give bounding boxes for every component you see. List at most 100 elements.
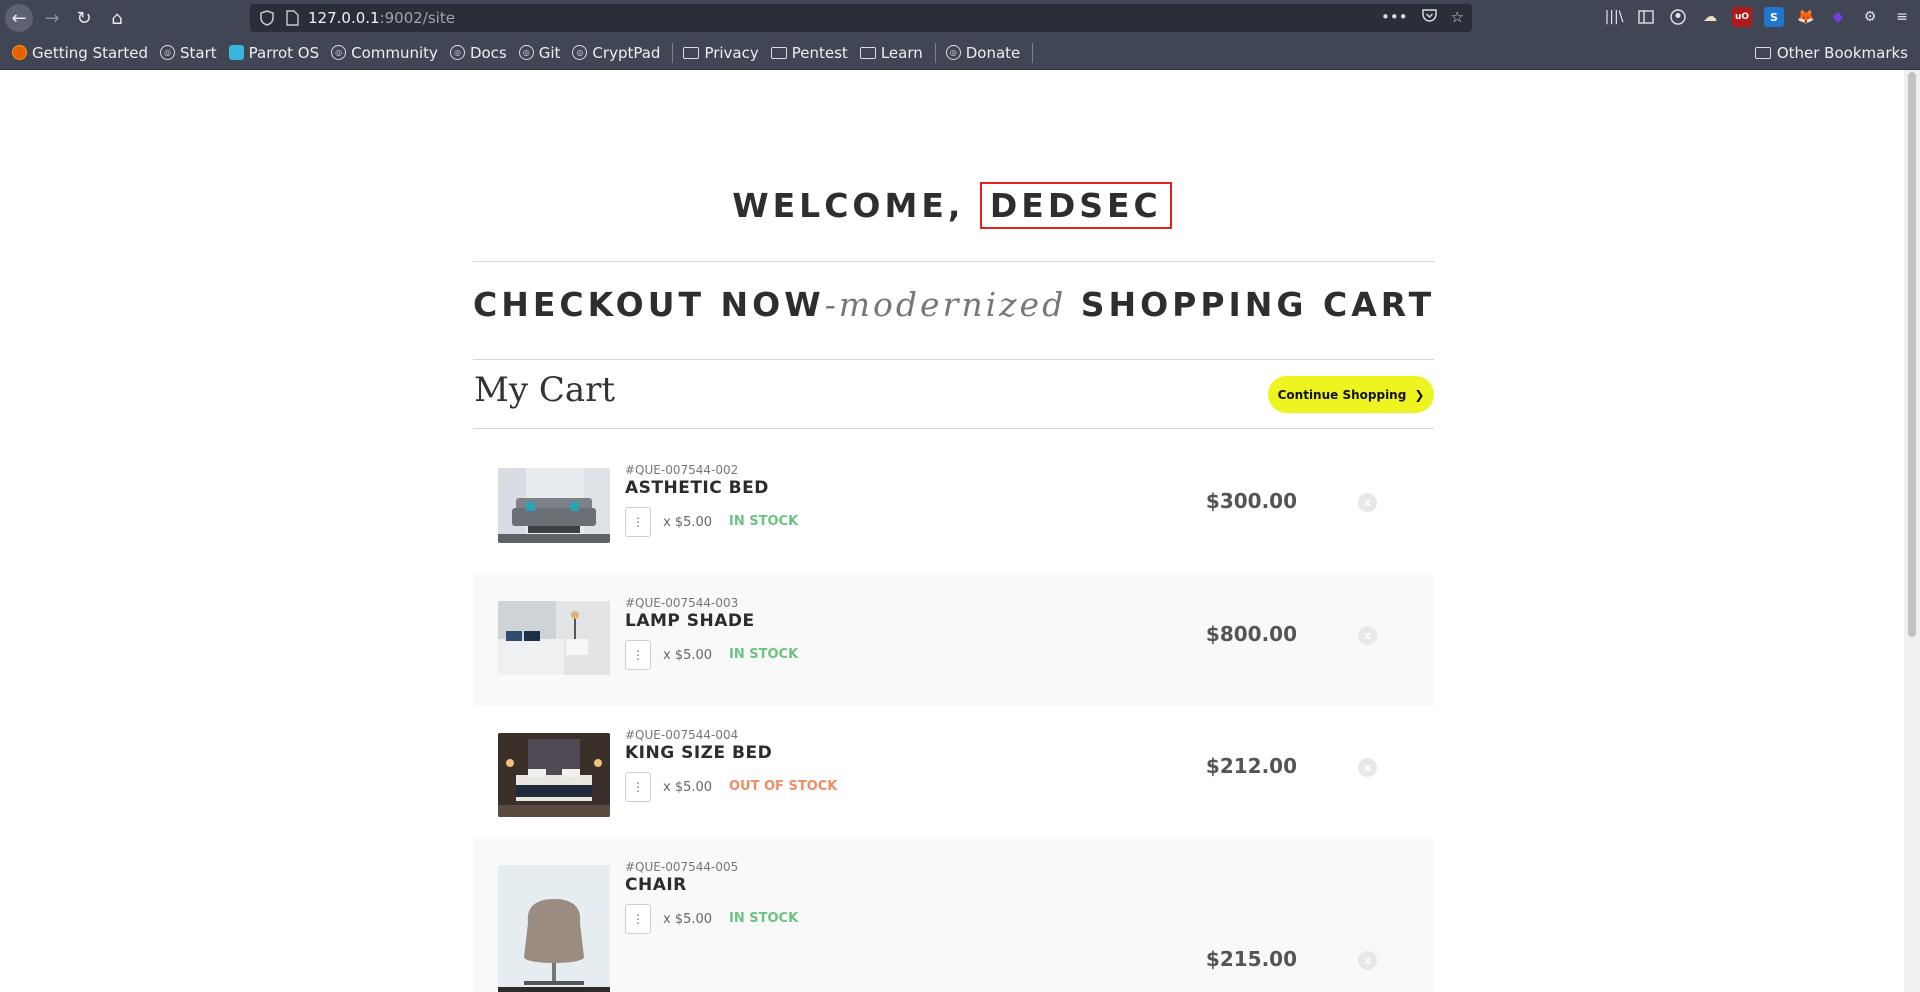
toolbar-right: |||\ ☁ uO S 🦊 ◆ ⚙ ≡: [1604, 7, 1912, 27]
cart-item-row: #QUE-007544-005 CHAIR ⋮ x $5.00 IN STOCK…: [473, 839, 1434, 992]
account-icon[interactable]: [1668, 7, 1688, 27]
globe-icon: ◎: [159, 45, 175, 60]
bookmark-start[interactable]: ◎ Start: [159, 44, 217, 62]
url-text[interactable]: 127.0.0.1:9002/site: [308, 9, 455, 27]
subhead-right: SHOPPING CART: [1080, 285, 1436, 324]
subhead-left: CHECKOUT NOW: [473, 285, 825, 324]
quantity-stepper[interactable]: ⋮: [625, 772, 651, 802]
bookmark-community[interactable]: ◎ Community: [331, 44, 438, 62]
reload-icon[interactable]: ↻: [70, 4, 98, 32]
other-bookmarks[interactable]: Other Bookmarks: [1754, 44, 1908, 62]
bookmark-label: Privacy: [704, 43, 759, 62]
bookmark-folder-pentest[interactable]: Pentest: [770, 44, 848, 62]
cube-extension-icon[interactable]: ◆: [1828, 7, 1848, 27]
welcome-prefix: WELCOME,: [732, 186, 965, 225]
s-extension-icon[interactable]: S: [1764, 7, 1784, 27]
page-icon: [286, 10, 302, 26]
product-name: ASTHETIC BED: [625, 478, 769, 498]
bookmark-label: Git: [538, 43, 561, 62]
browser-toolbar: ← → ↻ ⌂ 127.0.0.1:9002/site ••• ☆ |||\ ☁…: [0, 0, 1920, 36]
scrollbar-thumb[interactable]: [1908, 72, 1916, 637]
globe-icon: ◎: [518, 45, 534, 60]
folder-icon: [683, 46, 700, 59]
bookmark-donate[interactable]: ◎ Donate: [945, 43, 1021, 62]
ublock-icon[interactable]: uO: [1732, 7, 1752, 27]
bookmark-label: Getting Started: [32, 43, 148, 62]
bookmark-git[interactable]: ◎ Git: [518, 43, 561, 62]
bookmark-label: Learn: [880, 43, 923, 62]
url-actions: ••• ☆: [1381, 8, 1464, 26]
bookmarks-bar: Getting Started ◎ Start Parrot OS ◎ Commun…: [0, 36, 1920, 70]
firefox-icon: [12, 45, 27, 60]
username-highlight: DEDSEC: [979, 182, 1172, 229]
shield-icon[interactable]: [260, 10, 276, 26]
pocket-icon[interactable]: [1421, 8, 1437, 26]
subhead-mid: -modernized: [824, 285, 1067, 324]
quantity-stepper[interactable]: ⋮: [625, 640, 651, 670]
line-price: $212.00: [1205, 754, 1297, 778]
parrot-icon: [228, 45, 244, 60]
cart-item-row: #QUE-007544-004 KING SIZE BED ⋮ x $5.00 …: [473, 706, 1434, 839]
bookmark-separator: [672, 42, 674, 63]
bookmark-folder-privacy[interactable]: Privacy: [683, 43, 759, 62]
quantity-stepper[interactable]: ⋮: [625, 507, 651, 537]
fox-extension-icon[interactable]: 🦊: [1796, 7, 1816, 27]
bookmark-getting-started[interactable]: Getting Started: [12, 44, 148, 62]
product-name: CHAIR: [625, 875, 687, 895]
globe-icon: ◎: [331, 45, 347, 60]
url-bar[interactable]: 127.0.0.1:9002/site ••• ☆: [250, 4, 1472, 32]
cart-item-row: #QUE-007544-002 ASTHETIC BED ⋮ x $5.00 I…: [473, 430, 1434, 570]
product-image-chair[interactable]: [498, 865, 610, 992]
back-arrow-icon[interactable]: ←: [5, 4, 33, 32]
extension-cloud-icon[interactable]: ☁: [1700, 7, 1720, 27]
bookmark-label: Donate: [965, 43, 1021, 62]
unit-price: x $5.00: [663, 912, 713, 927]
bookmark-parrot-os[interactable]: Parrot OS: [228, 43, 320, 62]
cart-title: My Cart: [474, 370, 616, 410]
page-viewport: WELCOME, DEDSEC CHECKOUT NOW-modernized …: [0, 70, 1904, 992]
page-subheading: CHECKOUT NOW-modernized SHOPPING CART: [473, 285, 1434, 324]
star-icon[interactable]: ☆: [1451, 8, 1464, 26]
welcome-heading: WELCOME, DEDSEC: [0, 182, 1904, 229]
sidebar-icon[interactable]: [1636, 7, 1656, 27]
product-image-king-bed[interactable]: [498, 733, 610, 817]
line-price: $300.00: [1205, 489, 1297, 513]
bookmark-separator: [1032, 42, 1034, 63]
product-sku: #QUE-007544-005: [625, 860, 739, 874]
line-price: $215.00: [1205, 947, 1297, 971]
bookmark-folder-learn[interactable]: Learn: [859, 43, 923, 62]
page-scrollbar[interactable]: [1904, 70, 1920, 992]
unit-price: x $5.00: [663, 515, 713, 530]
product-image-sofa[interactable]: [498, 468, 610, 543]
bookmark-label: Parrot OS: [248, 43, 320, 62]
globe-icon: ◎: [572, 45, 588, 60]
stock-status: OUT OF STOCK: [729, 779, 838, 794]
divider: [473, 359, 1434, 360]
other-bookmarks-label: Other Bookmarks: [1776, 44, 1908, 62]
bookmark-docs[interactable]: ◎ Docs: [449, 44, 507, 62]
bookmark-separator: [934, 42, 936, 63]
extensions-gear-icon[interactable]: ⚙: [1860, 7, 1880, 27]
stock-status: IN STOCK: [729, 514, 799, 529]
bookmark-label: CryptPad: [592, 43, 661, 62]
bookmark-cryptpad[interactable]: ◎ CryptPad: [572, 44, 660, 62]
url-host: 127.0.0.1: [308, 9, 380, 27]
library-icon[interactable]: |||\: [1604, 7, 1624, 27]
unit-price: x $5.00: [663, 780, 713, 795]
quantity-stepper[interactable]: ⋮: [625, 904, 651, 934]
product-sku: #QUE-007544-002: [625, 463, 739, 477]
line-price: $800.00: [1205, 622, 1297, 646]
home-icon[interactable]: ⌂: [103, 4, 131, 32]
stock-status: IN STOCK: [729, 647, 799, 662]
chevron-right-icon: ❯: [1414, 387, 1425, 402]
more-actions-icon[interactable]: •••: [1381, 8, 1408, 26]
continue-shopping-label: Continue Shopping: [1277, 387, 1407, 402]
continue-shopping-button[interactable]: Continue Shopping ❯: [1268, 376, 1434, 413]
forward-arrow-icon[interactable]: →: [38, 4, 66, 32]
menu-icon[interactable]: ≡: [1892, 7, 1912, 27]
remove-item-icon[interactable]: x: [1358, 626, 1377, 645]
remove-item-icon[interactable]: x: [1358, 493, 1377, 512]
remove-item-icon[interactable]: x: [1358, 951, 1377, 970]
remove-item-icon[interactable]: x: [1358, 758, 1377, 777]
product-image-bedroom-lamp[interactable]: [498, 601, 610, 675]
